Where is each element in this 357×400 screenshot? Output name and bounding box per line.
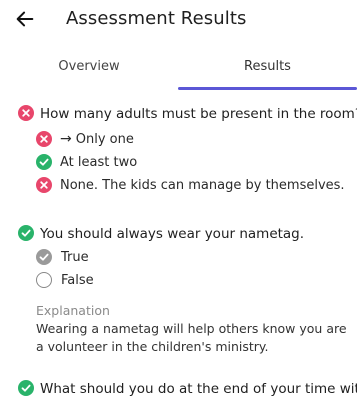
arrow-left-icon[interactable] <box>14 8 36 30</box>
tab-bar: Overview Results <box>0 56 357 90</box>
active-tab-indicator <box>178 87 357 90</box>
answer-option: True <box>36 248 89 265</box>
check-icon <box>36 153 52 170</box>
question-1: How many adults must be present in the r… <box>18 105 357 122</box>
tab-results[interactable]: Results <box>178 59 357 87</box>
answer-text: At least two <box>60 155 138 170</box>
answer-text: None. The kids can manage by themselves. <box>60 178 345 193</box>
arrow-right-icon: → <box>60 130 72 147</box>
question-text: You should always wear your nametag. <box>40 226 305 242</box>
answer-option: None. The kids can manage by themselves. <box>36 176 345 193</box>
check-icon <box>18 225 34 241</box>
tab-overview[interactable]: Overview <box>0 59 178 87</box>
answer-option: → Only one <box>36 130 134 147</box>
radio-empty-icon <box>36 271 52 288</box>
explanation-label: Explanation <box>36 303 110 318</box>
question-text: How many adults must be present in the r… <box>40 106 357 122</box>
question-3: What should you do at the end of your ti… <box>18 380 357 397</box>
answer-option: At least two <box>36 153 138 170</box>
app-header: Assessment Results <box>0 0 357 44</box>
page-title: Assessment Results <box>66 8 247 29</box>
question-2: You should always wear your nametag. <box>18 225 305 242</box>
answer-text: Only one <box>75 132 134 147</box>
answer-option: False <box>36 271 94 288</box>
answer-text: True <box>61 250 89 265</box>
wrong-icon <box>36 176 52 193</box>
question-text: What should you do at the end of your ti… <box>40 381 357 397</box>
wrong-icon <box>36 130 52 147</box>
explanation-text: Wearing a nametag will help others know … <box>36 321 347 354</box>
answer-text: False <box>61 273 94 288</box>
check-icon <box>18 380 34 396</box>
wrong-icon <box>18 105 34 121</box>
radio-selected-icon <box>36 248 52 265</box>
